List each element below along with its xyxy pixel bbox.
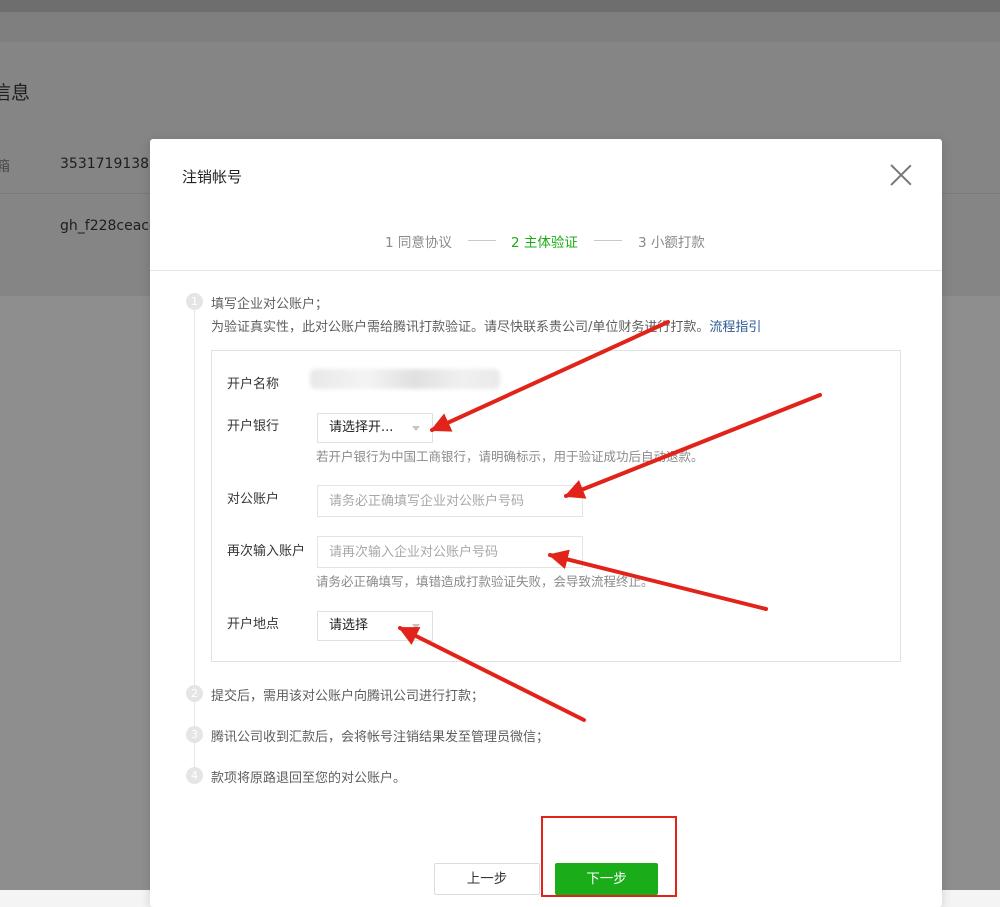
account-name-label: 开户名称 xyxy=(227,377,280,392)
chevron-down-icon xyxy=(412,624,420,629)
account-name-value-redacted xyxy=(310,369,500,389)
bank-location-label: 开户地点 xyxy=(227,617,280,632)
bank-select-value: 请选择开... xyxy=(329,420,394,435)
email-label: 箱 xyxy=(0,159,10,175)
watermark-url: jingyan.baidu.com xyxy=(767,860,906,878)
header-divider xyxy=(150,270,942,271)
bank-location-select[interactable]: 请选择 xyxy=(317,611,433,641)
chevron-down-icon xyxy=(412,426,420,431)
bank-location-value: 请选择 xyxy=(329,618,369,633)
close-icon[interactable] xyxy=(889,163,913,187)
email-value: 3531719138@ xyxy=(60,156,164,172)
instruction-number-2: 2 xyxy=(186,685,203,702)
step-entity-verification: 2 主体验证 xyxy=(511,235,578,251)
instruction-1-line2: 为验证真实性，此对公账户需给腾讯打款验证。请尽快联系贵公司/单位财务进行打款。流… xyxy=(211,316,761,335)
instruction-3: 腾讯公司收到汇款后，会将帐号注销结果发至管理员微信； xyxy=(211,730,550,745)
dialog-title: 注销帐号 xyxy=(182,168,243,186)
reenter-account-input[interactable] xyxy=(317,536,583,568)
account-number-label: 对公账户 xyxy=(227,492,280,507)
instruction-number-4: 4 xyxy=(186,767,203,784)
instruction-2: 提交后，需用该对公账户向腾讯公司进行打款； xyxy=(211,689,485,704)
previous-step-button[interactable]: 上一步 xyxy=(434,863,540,895)
next-button-highlight xyxy=(541,816,677,897)
account-number-input[interactable] xyxy=(317,485,583,517)
step-connector xyxy=(468,240,496,241)
bank-select[interactable]: 请选择开... xyxy=(317,413,433,443)
watermark-brand: Baidu经验 xyxy=(767,822,938,862)
instruction-number-3: 3 xyxy=(186,726,203,743)
original-id-value: gh_f228ceace xyxy=(60,218,158,234)
bank-label: 开户银行 xyxy=(227,419,280,434)
account-info-title: 信息 xyxy=(0,82,31,104)
cancel-account-dialog: 注销帐号 1 同意协议 2 主体验证 3 小额打款 1 填写企业对公账户； 为验… xyxy=(150,139,942,907)
bank-hint: 若开户银行为中国工商银行，请明确标示，用于验证成功后自动退款。 xyxy=(316,449,704,464)
instruction-1-text: 为验证真实性，此对公账户需给腾讯打款验证。请尽快联系贵公司/单位财务进行打款。 xyxy=(211,320,710,335)
baidu-watermark: Baidu经验 jingyan.baidu.com xyxy=(765,800,945,890)
instruction-4: 款项将原路退回至您的对公账户。 xyxy=(211,771,407,786)
step-connector xyxy=(594,240,622,241)
reenter-account-hint: 请务必正确填写，填错造成打款验证失败，会导致流程终止。 xyxy=(316,574,654,589)
steps-timeline-line xyxy=(194,305,195,779)
step-small-payment: 3 小额打款 xyxy=(638,235,705,251)
step-indicator: 1 同意协议 2 主体验证 3 小额打款 xyxy=(150,231,942,251)
page-top-bar xyxy=(0,0,1000,12)
reenter-account-label: 再次输入账户 xyxy=(227,544,306,559)
instruction-number-1: 1 xyxy=(186,293,203,310)
process-guide-link[interactable]: 流程指引 xyxy=(709,320,761,335)
page-header-band xyxy=(0,12,1000,42)
step-agree-protocol: 1 同意协议 xyxy=(385,235,452,251)
instruction-1-line1: 填写企业对公账户； xyxy=(211,297,329,312)
